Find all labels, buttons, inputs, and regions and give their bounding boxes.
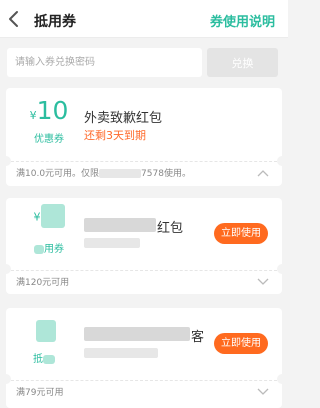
coupon-condition: 满10.0元可用。仅限 <box>16 169 100 179</box>
chevron-down-icon[interactable] <box>257 278 269 286</box>
card-notch <box>277 156 287 166</box>
coupon-footer: 满120元可用 <box>6 270 282 294</box>
card-notch <box>1 156 11 166</box>
coupon-card-main: 抵 客 立即使用 <box>6 308 282 380</box>
coupon-card[interactable]: ¥ 用券 红包 立即使用 满120元可用 <box>6 198 282 294</box>
coupon-card[interactable]: 抵 客 立即使用 满79元可用 <box>6 308 282 408</box>
coupon-amount: ¥10 <box>29 96 69 125</box>
coupon-title-suffix: 客 <box>191 330 205 345</box>
use-now-button[interactable]: 立即使用 <box>214 223 268 244</box>
redeem-button[interactable]: 兑换 <box>207 48 278 77</box>
use-now-button[interactable]: 立即使用 <box>214 333 268 354</box>
redeem-code-input[interactable] <box>7 48 202 77</box>
coupon-title: 外卖致歉红包 <box>84 111 163 126</box>
chevron-left-icon[interactable] <box>6 9 22 29</box>
redacted-title <box>84 218 156 232</box>
redacted-amount <box>36 320 56 342</box>
card-notch <box>1 374 11 384</box>
coupon-type-label: 用券 <box>24 240 74 255</box>
coupon-card[interactable]: ¥10 优惠券 外卖致歉红包 还剩3天到期 满10.0元可用。仅限 7578使用。 <box>6 88 282 186</box>
coupon-condition: 满120元可用 <box>16 278 70 288</box>
chevron-down-icon[interactable] <box>257 388 269 396</box>
coupon-footer: 满79元可用 <box>6 380 282 404</box>
coupon-card-main: ¥ 用券 红包 立即使用 <box>6 198 282 270</box>
redacted-subtitle <box>84 238 140 248</box>
coupon-footer: 满10.0元可用。仅限 7578使用。 <box>6 161 282 186</box>
coupon-rules-link[interactable]: 券使用说明 <box>210 11 275 30</box>
redacted-phone <box>99 169 142 178</box>
coupon-condition: 满79元可用 <box>16 388 64 398</box>
chevron-up-icon[interactable] <box>257 169 269 177</box>
redacted-subtitle <box>84 348 158 358</box>
redeem-row: 兑换 <box>0 38 288 82</box>
coupon-condition-suffix: 7578使用。 <box>141 169 191 179</box>
redacted-title <box>84 327 190 341</box>
coupon-title-suffix: 红包 <box>157 221 184 236</box>
card-notch <box>277 264 287 274</box>
card-notch <box>1 264 11 274</box>
top-bar: 抵用券 券使用说明 <box>0 0 288 38</box>
coupon-card-main: ¥10 优惠券 外卖致歉红包 还剩3天到期 <box>6 88 282 161</box>
coupon-amount: ¥ <box>24 204 74 228</box>
coupon-expiry-note: 还剩3天到期 <box>84 129 146 142</box>
coupon-type-label: 优惠券 <box>34 134 64 145</box>
coupon-type-label: 抵 <box>24 350 64 365</box>
page-title: 抵用券 <box>34 14 76 30</box>
card-notch <box>277 374 287 384</box>
